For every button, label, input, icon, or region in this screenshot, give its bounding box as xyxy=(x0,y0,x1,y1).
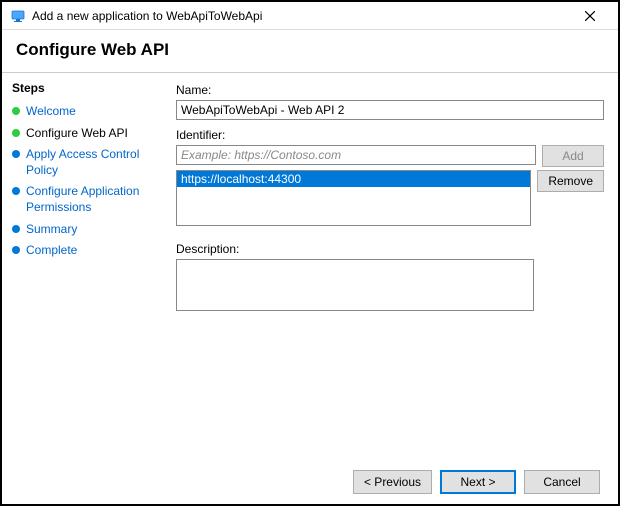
close-button[interactable] xyxy=(570,4,610,28)
cancel-button[interactable]: Cancel xyxy=(524,470,600,494)
step-bullet-done-icon xyxy=(12,107,20,115)
step-complete[interactable]: Complete xyxy=(12,240,170,262)
sidebar-title: Steps xyxy=(12,81,170,95)
step-bullet-pending-icon xyxy=(12,187,20,195)
form-panel: Name: Identifier: Add https://localhost:… xyxy=(170,73,618,462)
step-bullet-pending-icon xyxy=(12,225,20,233)
name-input[interactable] xyxy=(176,100,604,120)
wizard-footer: < Previous Next > Cancel xyxy=(353,470,600,494)
name-label: Name: xyxy=(176,83,604,97)
step-bullet-current-icon xyxy=(12,129,20,137)
previous-button[interactable]: < Previous xyxy=(353,470,432,494)
window-title: Add a new application to WebApiToWebApi xyxy=(32,9,570,23)
step-label: Configure Application Permissions xyxy=(26,184,166,215)
step-welcome[interactable]: Welcome xyxy=(12,101,170,123)
step-configure-application-permissions[interactable]: Configure Application Permissions xyxy=(12,181,170,218)
step-bullet-pending-icon xyxy=(12,150,20,158)
description-input[interactable] xyxy=(176,259,534,311)
step-label: Configure Web API xyxy=(26,126,128,142)
step-configure-web-api[interactable]: Configure Web API xyxy=(12,123,170,145)
step-apply-access-control-policy[interactable]: Apply Access Control Policy xyxy=(12,144,170,181)
content-area: Steps Welcome Configure Web API Apply Ac… xyxy=(2,72,618,462)
identifier-input[interactable] xyxy=(176,145,536,165)
step-label: Complete xyxy=(26,243,77,259)
add-button[interactable]: Add xyxy=(542,145,604,167)
identifier-list-item[interactable]: https://localhost:44300 xyxy=(177,171,530,187)
identifier-list[interactable]: https://localhost:44300 xyxy=(176,170,531,226)
title-bar: Add a new application to WebApiToWebApi xyxy=(2,2,618,30)
remove-button[interactable]: Remove xyxy=(537,170,604,192)
step-bullet-pending-icon xyxy=(12,246,20,254)
page-heading: Configure Web API xyxy=(2,30,618,72)
step-label: Welcome xyxy=(26,104,76,120)
step-summary[interactable]: Summary xyxy=(12,219,170,241)
next-button[interactable]: Next > xyxy=(440,470,516,494)
step-label: Apply Access Control Policy xyxy=(26,147,166,178)
description-label: Description: xyxy=(176,242,604,256)
steps-sidebar: Steps Welcome Configure Web API Apply Ac… xyxy=(2,73,170,462)
step-label: Summary xyxy=(26,222,77,238)
app-icon xyxy=(10,8,26,24)
identifier-label: Identifier: xyxy=(176,128,604,142)
